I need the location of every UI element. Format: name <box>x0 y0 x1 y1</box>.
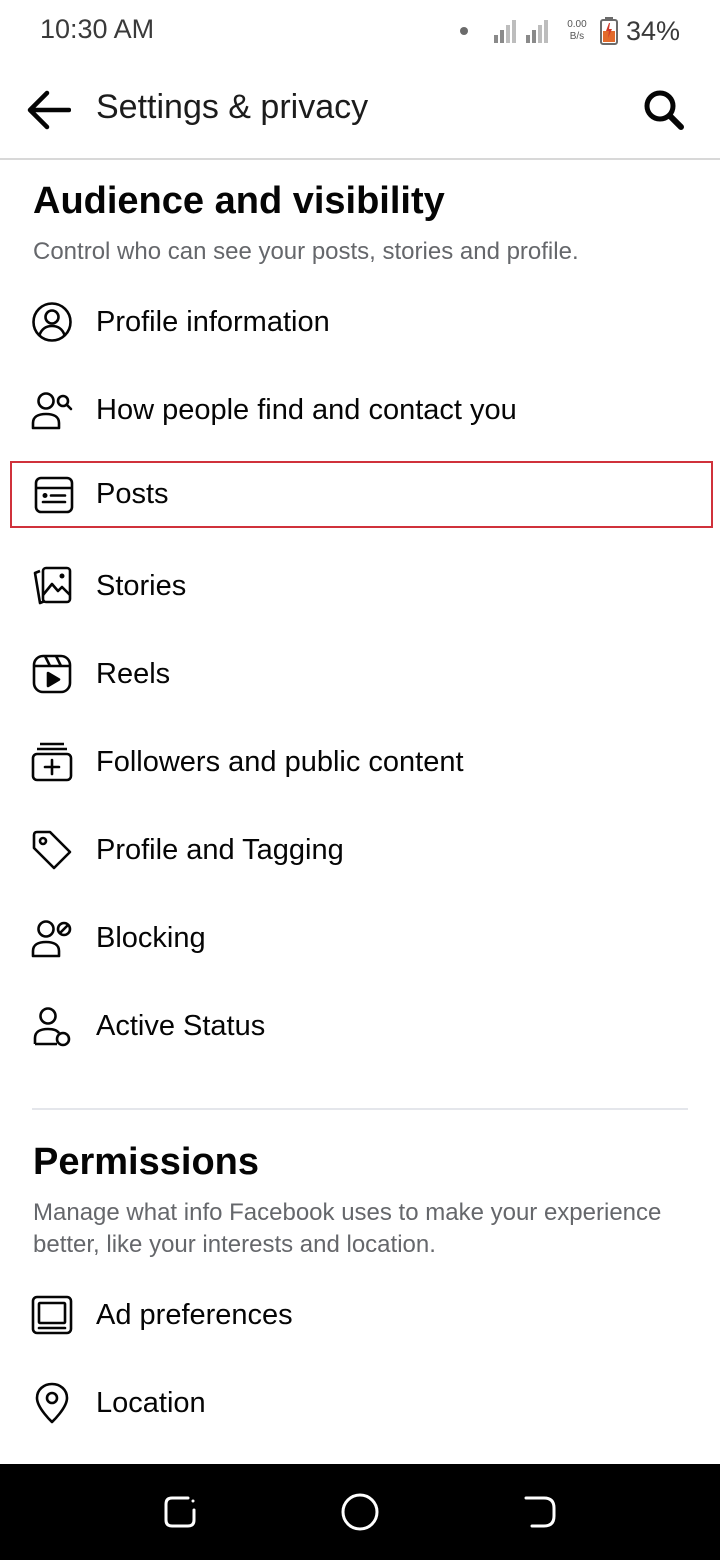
post-card-icon <box>32 473 76 517</box>
menu-item-blocking[interactable]: Blocking <box>0 898 720 978</box>
menu-item-location[interactable]: Location <box>0 1363 720 1443</box>
battery-percent: 34% <box>625 15 680 46</box>
back-nav-icon <box>522 1494 558 1530</box>
section-title-permissions: Permissions <box>33 1141 259 1183</box>
menu-label: Reels <box>96 657 171 690</box>
section-title-audience: Audience and visibility <box>33 180 445 222</box>
menu-label: Posts <box>96 478 169 510</box>
arrow-left-icon <box>25 90 71 130</box>
tag-icon <box>30 828 74 872</box>
search-icon <box>643 89 685 131</box>
stories-icon <box>30 564 74 608</box>
menu-label: Profile and Tagging <box>96 833 344 866</box>
person-active-icon <box>30 1004 74 1048</box>
search-button[interactable] <box>638 84 690 136</box>
status-time: 10:30 AM <box>40 14 155 44</box>
menu-item-profile-information[interactable]: Profile information <box>0 282 720 362</box>
menu-item-followers[interactable]: Followers and public content <box>0 722 720 802</box>
recents-button[interactable] <box>160 1492 200 1532</box>
status-bar: 10:30 AM 0.00 B/s 34% <box>0 0 720 60</box>
signal-icon <box>493 19 554 43</box>
system-nav-bar <box>0 1464 720 1560</box>
page-title: Settings & privacy <box>96 88 369 126</box>
home-circle-icon <box>340 1492 380 1532</box>
monitor-icon <box>30 1293 74 1337</box>
notification-dot <box>459 27 468 35</box>
section-divider <box>32 1108 688 1110</box>
menu-label: Profile information <box>96 305 330 338</box>
menu-label: Active Status <box>96 1009 266 1042</box>
location-pin-icon <box>30 1381 74 1425</box>
menu-item-posts[interactable]: Posts <box>10 461 713 528</box>
menu-item-how-people-find-you[interactable]: How people find and contact you <box>0 370 720 450</box>
menu-item-ad-preferences[interactable]: Ad preferences <box>0 1275 720 1355</box>
person-block-icon <box>30 916 74 960</box>
menu-item-reels[interactable]: Reels <box>0 634 720 714</box>
person-search-icon <box>30 388 74 432</box>
net-speed-value: 0.00 <box>567 19 587 30</box>
menu-label: Blocking <box>96 921 206 954</box>
section-description-audience: Control who can see your posts, stories … <box>33 238 579 265</box>
back-nav-button[interactable] <box>520 1492 560 1532</box>
profile-circle-icon <box>30 300 74 344</box>
net-speed-unit: B/s <box>569 31 585 42</box>
recents-icon <box>162 1494 198 1530</box>
section-description-permissions: Manage what info Facebook uses to make y… <box>33 1199 662 1258</box>
back-button[interactable] <box>22 84 74 136</box>
menu-item-stories[interactable]: Stories <box>0 546 720 626</box>
menu-label: Followers and public content <box>96 745 464 778</box>
status-indicators: 0.00 B/s 34% <box>459 14 680 48</box>
menu-label: How people find and contact you <box>96 393 517 426</box>
reels-icon <box>30 652 74 696</box>
menu-label: Ad preferences <box>96 1298 293 1331</box>
menu-label: Stories <box>96 569 187 602</box>
net-speed: 0.00 B/s <box>562 19 592 43</box>
followers-add-icon <box>30 740 74 784</box>
home-button[interactable] <box>340 1492 380 1532</box>
app-header: Settings & privacy <box>0 60 720 160</box>
menu-label: Location <box>96 1386 206 1419</box>
menu-item-profile-and-tagging[interactable]: Profile and Tagging <box>0 810 720 890</box>
battery-icon <box>599 17 618 45</box>
menu-item-active-status[interactable]: Active Status <box>0 986 720 1066</box>
